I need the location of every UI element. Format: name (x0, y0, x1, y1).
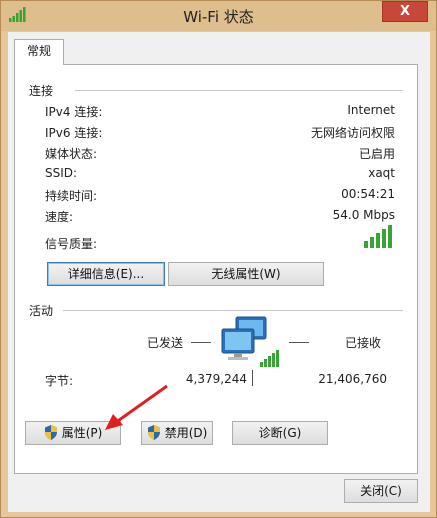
dialog-client-area: 常规 连接 IPv4 连接: Internet IPv6 连接: 无网络访问权限… (8, 32, 430, 512)
network-computers-icon (221, 316, 279, 367)
title-bar[interactable]: Wi-Fi 状态 X (1, 1, 436, 31)
diagnose-button[interactable]: 诊断(G) (232, 421, 328, 445)
media-state-value: 已启用 (358, 147, 395, 161)
activity-group-title: 活动 (29, 304, 54, 318)
wifi-status-window: Wi-Fi 状态 X 常规 连接 IPv4 连接: Internet IPv6 … (0, 0, 437, 518)
received-dash (289, 342, 309, 343)
close-button[interactable]: 关闭(C) (344, 479, 418, 503)
ipv6-label: IPv6 连接: (45, 126, 103, 140)
signal-strength-icon (364, 225, 392, 248)
signal-quality-label: 信号质量: (45, 237, 98, 251)
speed-label: 速度: (45, 210, 74, 224)
window-close-button[interactable]: X (382, 1, 428, 22)
bytes-separator (252, 370, 253, 386)
ssid-label: SSID: (45, 166, 78, 180)
annotation-arrow (105, 384, 168, 430)
media-state-label: 媒体状态: (45, 147, 98, 161)
ipv4-label: IPv4 连接: (45, 105, 103, 119)
tab-general[interactable]: 常规 (14, 39, 64, 65)
wireless-properties-button[interactable]: 无线属性(W) (168, 262, 324, 286)
bytes-label: 字节: (45, 374, 74, 388)
activity-group-divider (63, 310, 403, 311)
details-button[interactable]: 详细信息(E)... (47, 262, 165, 286)
ipv6-value: 无网络访问权限 (310, 126, 395, 140)
disable-button-label: 禁用(D) (164, 426, 208, 440)
duration-label: 持续时间: (45, 189, 98, 203)
uac-shield-icon (44, 425, 57, 440)
sent-dash (191, 342, 211, 343)
bytes-received-value: 21,406,760 (318, 372, 387, 386)
duration-value: 00:54:21 (341, 187, 395, 201)
connection-group-title: 连接 (29, 84, 54, 98)
ipv4-value: Internet (347, 103, 395, 117)
speed-value: 54.0 Mbps (332, 208, 395, 222)
connection-group-divider (75, 90, 403, 91)
received-label: 已接收 (345, 336, 382, 350)
window-title: Wi-Fi 状态 (183, 8, 254, 26)
ssid-value: xaqt (368, 166, 395, 180)
sent-label: 已发送 (147, 336, 184, 350)
properties-button-label: 属性(P) (61, 426, 103, 440)
general-tab-panel: 连接 IPv4 连接: Internet IPv6 连接: 无网络访问权限 媒体… (14, 64, 418, 474)
